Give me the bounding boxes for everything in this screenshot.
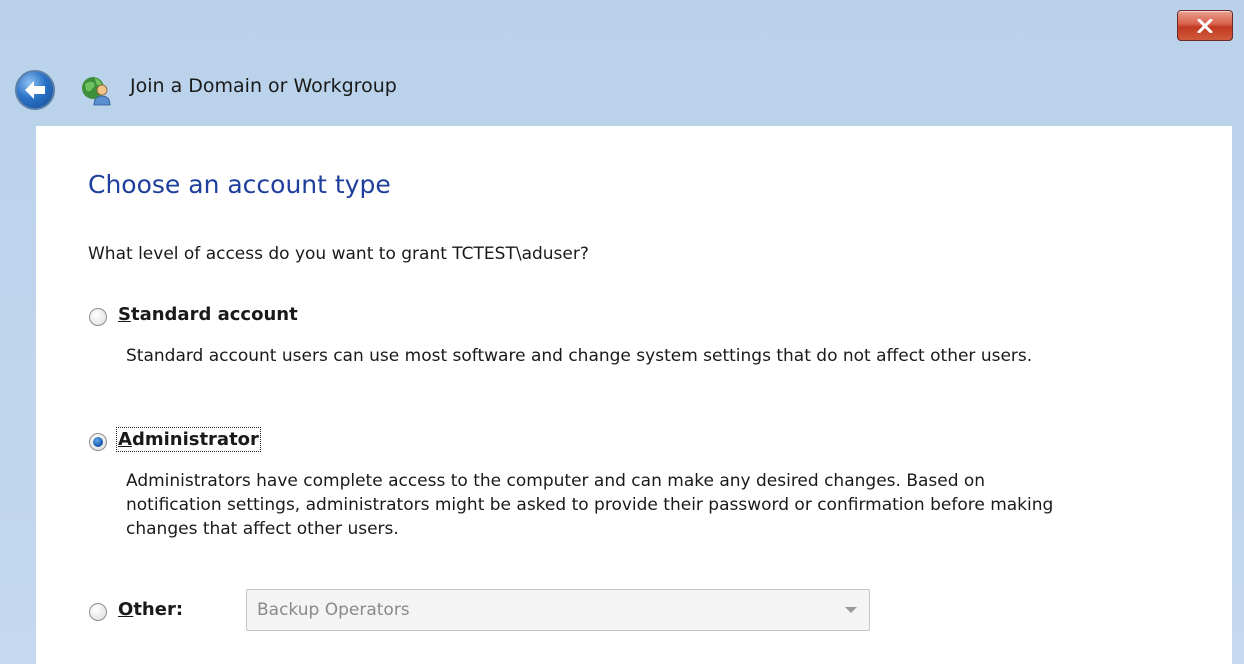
administrator-mnemonic: A (118, 429, 132, 450)
other-label[interactable]: Other: (118, 599, 183, 620)
dialog-window: Join a Domain or Workgroup Choose an acc… (0, 0, 1244, 664)
standard-account-label-rest: tandard account (130, 304, 298, 325)
close-icon (1197, 18, 1213, 33)
other-mnemonic: O (118, 599, 134, 620)
window-title: Join a Domain or Workgroup (130, 75, 397, 97)
page-title: Choose an account type (88, 170, 391, 199)
other-label-rest: ther: (133, 599, 184, 620)
administrator-description: Administrators have complete access to t… (126, 471, 1054, 539)
back-arrow-icon (25, 81, 45, 99)
close-button[interactable] (1177, 10, 1233, 41)
standard-account-description: Standard account users can use most soft… (126, 346, 1033, 366)
content-panel: Choose an account type What level of acc… (36, 126, 1232, 664)
group-select-value: Backup Operators (257, 600, 410, 620)
back-button[interactable] (15, 70, 55, 110)
chevron-down-icon (845, 607, 857, 613)
standard-account-label[interactable]: Standard account (118, 304, 298, 325)
network-user-icon (82, 77, 111, 106)
standard-account-mnemonic: S (118, 304, 131, 325)
administrator-radio[interactable] (89, 433, 107, 451)
administrator-label-rest: dministrator (131, 429, 259, 450)
group-select[interactable]: Backup Operators (246, 589, 870, 631)
administrator-label[interactable]: Administrator (116, 427, 261, 452)
other-radio[interactable] (89, 603, 107, 621)
access-question: What level of access do you want to gran… (88, 244, 589, 264)
standard-account-radio[interactable] (89, 308, 107, 326)
